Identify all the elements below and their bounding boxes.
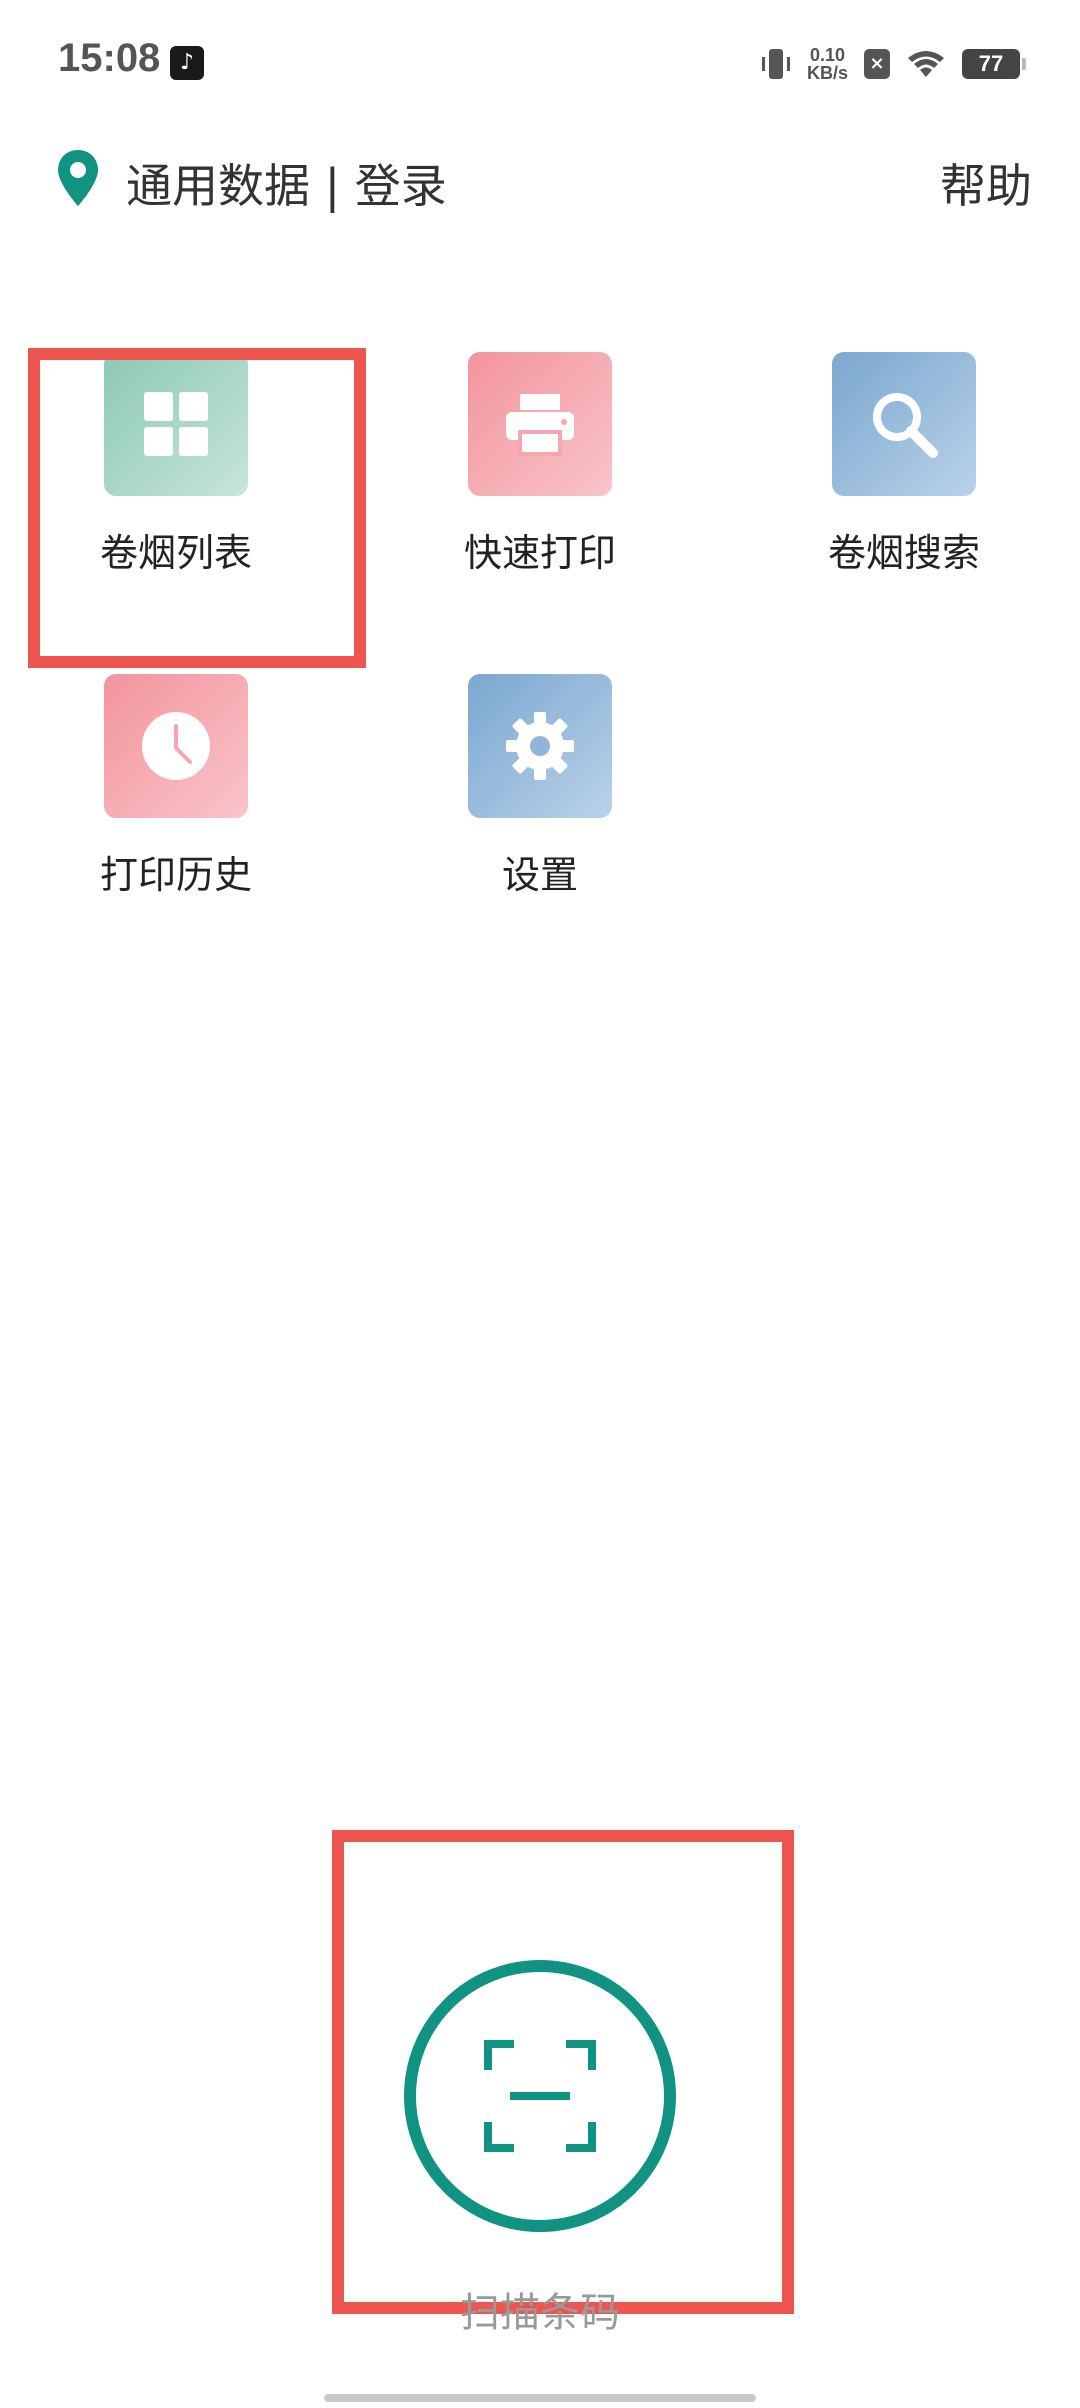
scan-barcode-icon: [484, 2040, 596, 2152]
tile-label: 卷烟搜索: [827, 531, 980, 575]
tile-settings[interactable]: 设置: [420, 674, 660, 899]
tile-print-history[interactable]: 打印历史: [56, 674, 296, 899]
scan-barcode-label[interactable]: 扫描条码: [0, 2280, 1080, 2338]
highlight-box-cigarette-list: [28, 348, 366, 668]
tile-label: 设置: [501, 853, 578, 897]
status-icons: 0.10 KB/s × 77: [761, 42, 1026, 86]
tile-label: 打印历史: [99, 853, 252, 897]
printer-icon: [468, 352, 612, 496]
network-speed-unit: KB/s: [806, 63, 848, 83]
tiktok-notification-icon: ♪: [170, 46, 204, 80]
search-icon: [832, 352, 976, 496]
gear-icon: [468, 674, 612, 818]
tile-cigarette-search[interactable]: 卷烟搜索: [784, 352, 1024, 577]
app-screen: 15:08 ♪ 0.10 KB/s × 77 通用数据 | 登录 帮助 卷烟列表…: [0, 0, 1080, 2408]
status-time: 15:08: [58, 36, 161, 80]
header-title[interactable]: 通用数据 | 登录: [126, 150, 447, 216]
no-sim-icon: ×: [864, 49, 890, 79]
network-speed: 0.10 KB/s: [807, 46, 848, 82]
clock-icon: [104, 674, 248, 818]
vibrate-icon: [761, 47, 791, 81]
wifi-icon: [906, 48, 946, 80]
location-pin-icon[interactable]: [56, 148, 100, 212]
battery-indicator: 77: [962, 49, 1026, 79]
scan-barcode-button[interactable]: [404, 1960, 676, 2232]
home-indicator[interactable]: [324, 2394, 756, 2402]
tile-label: 快速打印: [463, 531, 616, 575]
header: 通用数据 | 登录 帮助: [0, 140, 1080, 220]
status-bar: 15:08 ♪ 0.10 KB/s × 77: [0, 0, 1080, 120]
tile-quick-print[interactable]: 快速打印: [420, 352, 660, 577]
network-speed-value: 0.10: [809, 45, 846, 65]
help-button[interactable]: 帮助: [940, 150, 1032, 216]
